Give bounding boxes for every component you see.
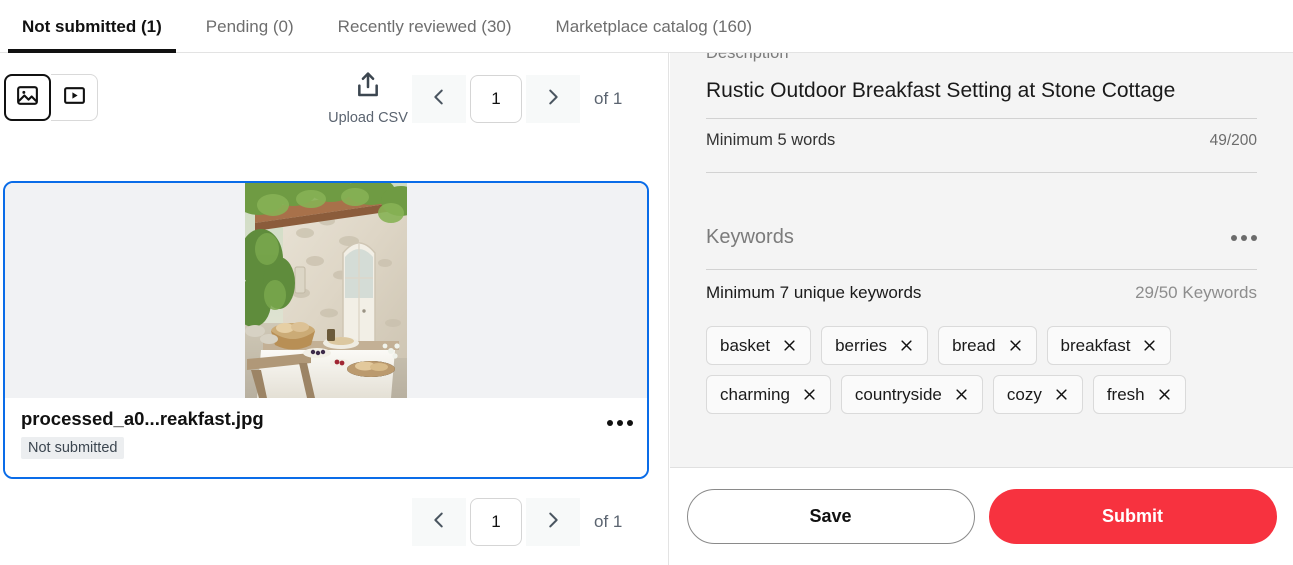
pagination-top-page-input[interactable] (470, 75, 522, 123)
keywords-more-options-icon[interactable] (1231, 231, 1257, 245)
keyword-chip: fresh (1092, 375, 1186, 414)
pagination-bottom-page-input[interactable] (470, 498, 522, 546)
chevron-left-icon (428, 509, 450, 536)
keyword-chip: countryside (840, 375, 983, 414)
keywords-divider (706, 269, 1257, 270)
asset-list-pane: Upload CSV 1 of 1 1 of 1 processed_a0...… (0, 53, 669, 565)
keyword-chip-label: breakfast (1060, 335, 1131, 355)
description-divider (706, 118, 1257, 119)
description-help-text: Minimum 5 words (706, 131, 836, 149)
chevron-right-icon (542, 509, 564, 536)
pagination-top-prev-button[interactable] (412, 75, 466, 123)
asset-card-footer: processed_a0...reakfast.jpg Not submitte… (5, 398, 647, 477)
asset-toolbar: Upload CSV 1 of 1 1 of 1 (0, 53, 668, 546)
keyword-chip-label: berries (835, 335, 888, 355)
tab-item[interactable]: Not submitted (1) (0, 0, 184, 53)
status-badge: Not submitted (21, 437, 125, 459)
chevron-right-icon (542, 86, 564, 113)
keyword-chip: breakfast (1046, 326, 1172, 365)
pagination-top-total-label: of 1 (594, 89, 623, 108)
tab-item[interactable]: Recently reviewed (30) (316, 0, 534, 53)
keyword-remove-icon[interactable] (782, 338, 797, 353)
description-section-divider (706, 172, 1257, 173)
keyword-remove-icon[interactable] (1054, 387, 1069, 402)
keyword-chip: berries (821, 326, 929, 365)
keyword-chip: cozy (992, 375, 1083, 414)
keyword-remove-icon[interactable] (802, 387, 817, 402)
media-type-image-button[interactable] (4, 74, 51, 121)
pagination-bottom-total-label: of 1 (594, 512, 623, 531)
tab-item[interactable]: Marketplace catalog (160) (534, 0, 775, 53)
asset-thumbnail-image (245, 183, 407, 398)
image-icon (15, 83, 40, 113)
keyword-remove-icon[interactable] (899, 338, 914, 353)
keyword-chip-label: bread (952, 335, 996, 355)
description-input[interactable]: Rustic Outdoor Breakfast Setting at Ston… (706, 79, 1257, 103)
tab-item[interactable]: Pending (0) (184, 0, 316, 53)
upload-csv-label: Upload CSV (328, 110, 408, 126)
pagination-bottom-next-button[interactable] (526, 498, 580, 546)
video-icon (62, 83, 87, 113)
media-type-video-button[interactable] (51, 74, 98, 121)
keyword-chip-label: countryside (854, 384, 942, 404)
action-bar: Save Submit (670, 467, 1293, 565)
pagination-top-next-button[interactable] (526, 75, 580, 123)
keyword-chip: charming (706, 375, 831, 414)
tab-list: Not submitted (1) Pending (0) Recently rev… (0, 0, 1293, 53)
tab-bar: Not submitted (1) Pending (0) Recently rev… (0, 0, 1293, 53)
keyword-chip: bread (938, 326, 1037, 365)
keyword-chip-label: basket (720, 335, 771, 355)
keywords-help-row: Minimum 7 unique keywords 29/50 Keywords (706, 283, 1257, 303)
asset-more-options-icon[interactable] (607, 420, 633, 426)
keyword-chip: basket (706, 326, 812, 365)
asset-thumbnail-wrap (5, 183, 647, 398)
chevron-left-icon (428, 86, 450, 113)
asset-card[interactable]: processed_a0...reakfast.jpg Not submitte… (3, 181, 649, 479)
keyword-chip-label: charming (720, 384, 790, 404)
description-help-row: Minimum 5 words 49/200 (706, 131, 1257, 150)
description-character-count: 49/200 (1209, 131, 1257, 149)
keywords-header: Keywords (706, 226, 1257, 249)
pagination-top: of 1 (412, 75, 622, 123)
upload-csv-button[interactable]: Upload CSV (328, 69, 408, 126)
media-type-toggle (4, 74, 98, 121)
submit-button[interactable]: Submit (988, 489, 1277, 544)
pagination-bottom-prev-button[interactable] (412, 498, 466, 546)
keyword-remove-icon[interactable] (1142, 338, 1157, 353)
keyword-chip-label: cozy (1006, 384, 1042, 404)
keyword-chip-label: fresh (1106, 384, 1145, 404)
metadata-pane: Description Rustic Outdoor Breakfast Set… (670, 53, 1293, 565)
keyword-remove-icon[interactable] (954, 387, 969, 402)
keywords-help-text: Minimum 7 unique keywords (706, 283, 922, 302)
keywords-title: Keywords (706, 226, 794, 248)
description-label: Description (706, 53, 789, 62)
pagination-bottom: of 1 (412, 498, 622, 546)
keyword-chip-list: basket berries bread breakfast charming count… (706, 326, 1257, 414)
save-button[interactable]: Save (686, 489, 975, 544)
app-root: Not submitted (1) Pending (0) Recently rev… (0, 0, 1293, 565)
keyword-remove-icon[interactable] (1008, 338, 1023, 353)
keyword-remove-icon[interactable] (1157, 387, 1172, 402)
upload-icon (352, 69, 384, 106)
keywords-count: 29/50 Keywords (1135, 283, 1257, 302)
asset-filename: processed_a0...reakfast.jpg (21, 408, 264, 429)
metadata-scroll-area[interactable]: Description Rustic Outdoor Breakfast Set… (670, 53, 1293, 467)
